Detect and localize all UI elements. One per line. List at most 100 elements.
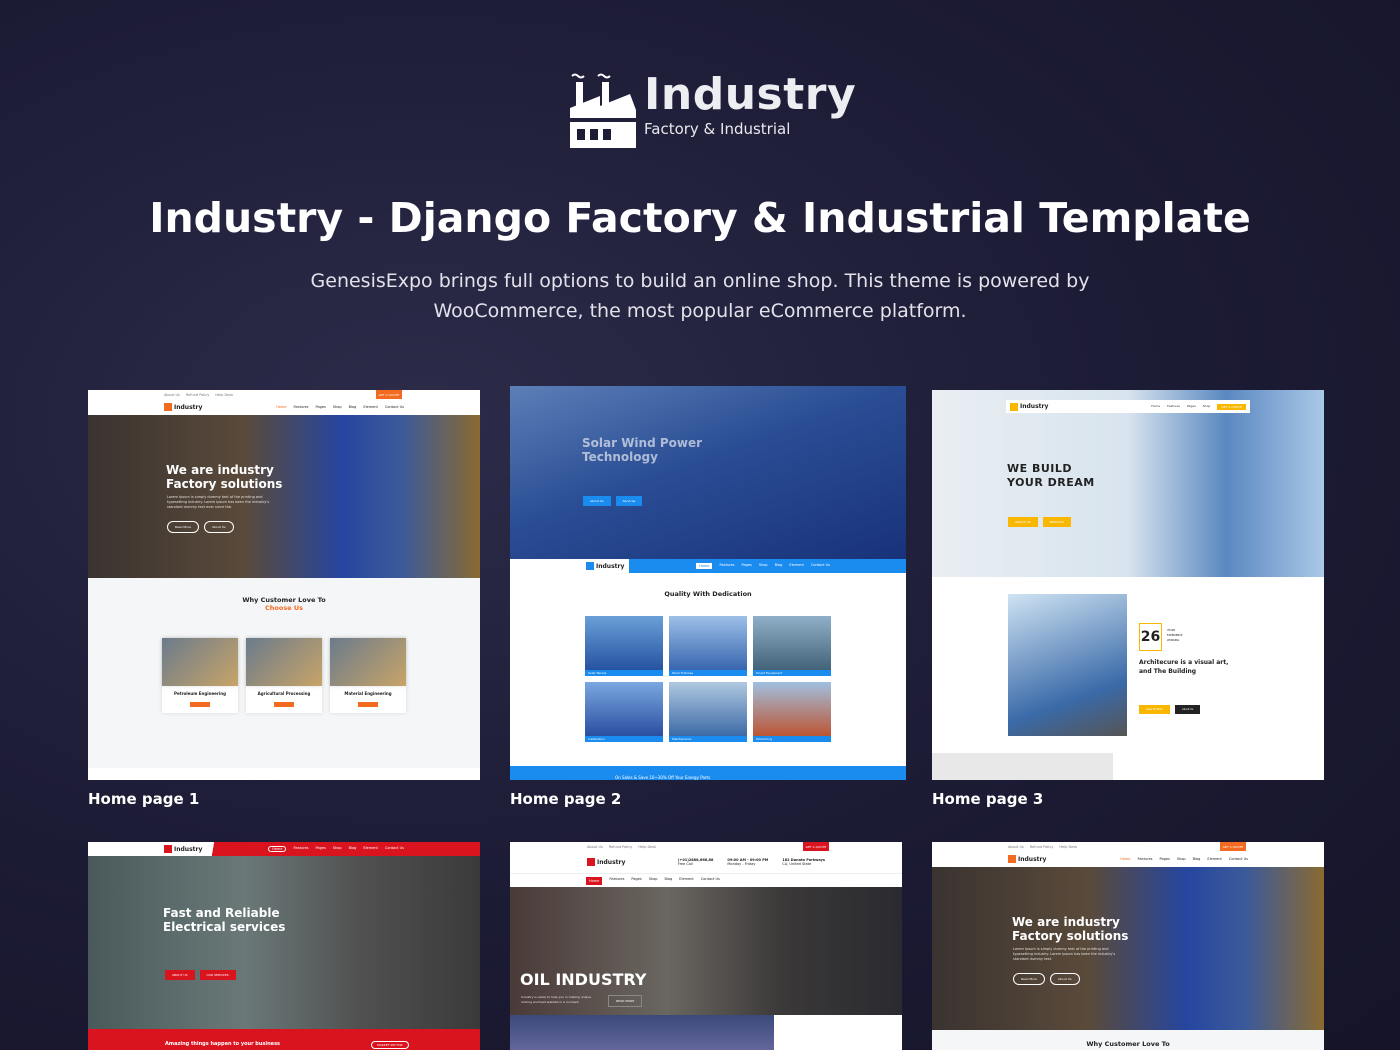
portfolio-button[interactable]: View Portfolio (1139, 705, 1171, 714)
topbar-link[interactable]: About Us (587, 845, 603, 849)
nav-item[interactable]: Features (293, 846, 308, 852)
nav-item[interactable]: Pages (316, 405, 326, 409)
navbar: Industry Home Features Pages Shop Blog Element… (88, 399, 480, 415)
nav-item[interactable]: Home (586, 876, 603, 885)
service-tile[interactable]: Monitoring (753, 682, 831, 742)
quote-button[interactable]: GET A QUOTE (1220, 842, 1246, 851)
nav-item[interactable]: Home (268, 846, 287, 852)
nav-item[interactable]: Element (363, 846, 378, 852)
services-button[interactable]: SERVICES (1042, 517, 1072, 527)
nav-item[interactable]: Contact Us (385, 405, 404, 409)
nav-item[interactable]: Blog (1193, 857, 1201, 861)
topbar-link[interactable]: Help Desk (638, 845, 656, 849)
topbar-link[interactable]: Refund Policy (186, 393, 210, 397)
nav-item[interactable]: Pages (1187, 404, 1196, 410)
nav-item[interactable]: Home (1120, 857, 1130, 861)
service-card[interactable]: Agricultural Processing (246, 638, 322, 713)
services-button[interactable]: OUR SERVICES (199, 970, 236, 980)
nav-item[interactable]: Contact Us (1229, 857, 1248, 861)
page-subtitle: GenesisExpo brings full options to build… (310, 270, 1090, 322)
navbar: Industry Home Features Pages Shop Blog Element… (88, 842, 480, 856)
service-tile[interactable]: Installation (585, 682, 663, 742)
label-home-3[interactable]: Home page 3 (932, 790, 1043, 808)
label-home-2[interactable]: Home page 2 (510, 790, 621, 808)
nav-item[interactable]: Features (1137, 857, 1152, 861)
topbar-link[interactable]: Help Desk (1059, 845, 1077, 849)
service-tile[interactable]: Wind Turbines (669, 616, 747, 676)
topbar: About Us Refund Policy Help Desk GET A QUOT… (88, 390, 480, 399)
nav-item[interactable]: Blog (665, 877, 673, 885)
nav-item[interactable]: Element (679, 877, 694, 885)
nav-item[interactable]: Contact Us (811, 563, 830, 569)
quote-button[interactable]: GET A QUOTE (1217, 403, 1246, 410)
nav-item[interactable]: Home (1151, 404, 1160, 410)
quote-button[interactable]: GET A QUOTE (803, 842, 829, 851)
nav-item[interactable]: Features (719, 563, 734, 569)
navbar: Home Features Pages Shop Blog Element Contact … (510, 873, 902, 887)
nav-item[interactable]: Element (363, 405, 378, 409)
topbar-link[interactable]: Help Desk (215, 393, 233, 397)
about-button[interactable]: About Us (1175, 705, 1201, 714)
logo: Industry Factory & Industrial (570, 72, 856, 148)
read-more-button[interactable]: Read More (167, 521, 199, 533)
hero: We are industry Factory solutions Lorem … (88, 415, 480, 578)
topbar-link[interactable]: About Us (164, 393, 180, 397)
nav-item[interactable]: Blog (775, 563, 783, 569)
nav-item[interactable]: Home (276, 405, 286, 409)
nav-item[interactable]: Blog (349, 405, 357, 409)
preview-home-1[interactable]: About Us Refund Policy Help Desk GET A QUOT… (88, 390, 480, 780)
nav-item[interactable]: Pages (316, 846, 326, 852)
topbar-link[interactable]: Refund Policy (609, 845, 633, 849)
about-button[interactable]: ABOUT US (1008, 517, 1038, 527)
service-tile[interactable]: Smart Equipment (753, 616, 831, 676)
about-button[interactable]: ABOUT US (165, 970, 195, 980)
nav-item[interactable]: Pages (631, 877, 641, 885)
nav-item[interactable]: Features (1167, 404, 1180, 410)
service-tile[interactable]: Solar Panels (585, 616, 663, 676)
nav-item[interactable]: Shop (649, 877, 658, 885)
hero: Industry Home Features Pages Shop GET A QUOTE… (932, 390, 1324, 577)
nav-item[interactable]: Contact Us (701, 877, 720, 885)
nav-item[interactable]: Element (1207, 857, 1222, 861)
preview-home-2[interactable]: Solar Wind Power Technology About Us Serv… (510, 386, 906, 780)
services-button[interactable]: Services (615, 496, 643, 506)
nav-item[interactable]: Shop (333, 846, 342, 852)
nav-item[interactable]: Pages (1160, 857, 1170, 861)
market-button[interactable]: MARKET SECTOR (371, 1041, 409, 1049)
nav-item[interactable]: Contact Us (385, 846, 404, 852)
about-button[interactable]: About Us (583, 496, 611, 506)
nav-item[interactable]: Shop (1203, 404, 1211, 410)
service-card[interactable]: Material Engineering (330, 638, 406, 713)
nav-item[interactable]: Features (293, 405, 308, 409)
nav-item[interactable]: Element (789, 563, 804, 569)
brand: Industry (164, 403, 202, 411)
hero: Fast and Reliable Electrical services AB… (88, 856, 480, 1029)
preview-home-3[interactable]: Industry Home Features Pages Shop GET A QUOTE… (932, 390, 1324, 780)
hero-title: Solar Wind Power Technology (582, 436, 703, 464)
read-more-button[interactable]: Read More (1013, 973, 1045, 985)
nav-item[interactable]: Pages (742, 563, 752, 569)
section-subtitle: Choose Us (264, 604, 304, 612)
preview-home-6[interactable]: About Us Refund Policy Help Desk GET A QUOT… (932, 842, 1324, 1050)
nav-item[interactable]: Shop (333, 405, 342, 409)
nav-item[interactable]: Features (609, 877, 624, 885)
preview-home-4[interactable]: Industry Home Features Pages Shop Blog Element… (88, 842, 480, 1050)
nav-item[interactable]: Blog (349, 846, 357, 852)
years-label: YEARS EXPERIENCE WORKING (1167, 629, 1183, 642)
service-card[interactable]: Petroleum Engineering (162, 638, 238, 713)
read-more-button[interactable]: READ MORE (608, 995, 643, 1007)
label-home-1[interactable]: Home page 1 (88, 790, 199, 808)
about-button[interactable]: About Us (1049, 973, 1080, 985)
topbar-link[interactable]: Refund Policy (1030, 845, 1054, 849)
quote-button[interactable]: GET A QUOTE (376, 390, 402, 399)
nav-item[interactable]: Shop (1177, 857, 1186, 861)
nav-item[interactable]: Shop (759, 563, 768, 569)
topbar-link[interactable]: About Us (1008, 845, 1024, 849)
about-button[interactable]: About Us (203, 521, 234, 533)
preview-home-5[interactable]: About Us Refund Policy Help Desk GET A QUOT… (510, 842, 902, 1050)
logo-name: Industry (644, 69, 857, 120)
service-tile[interactable]: Maintenance (669, 682, 747, 742)
page-title: Industry - Django Factory & Industrial T… (149, 194, 1251, 242)
hero-text: Lorem Ipsum is simply dummy text of the … (167, 495, 270, 509)
nav-item[interactable]: Home (696, 563, 713, 569)
